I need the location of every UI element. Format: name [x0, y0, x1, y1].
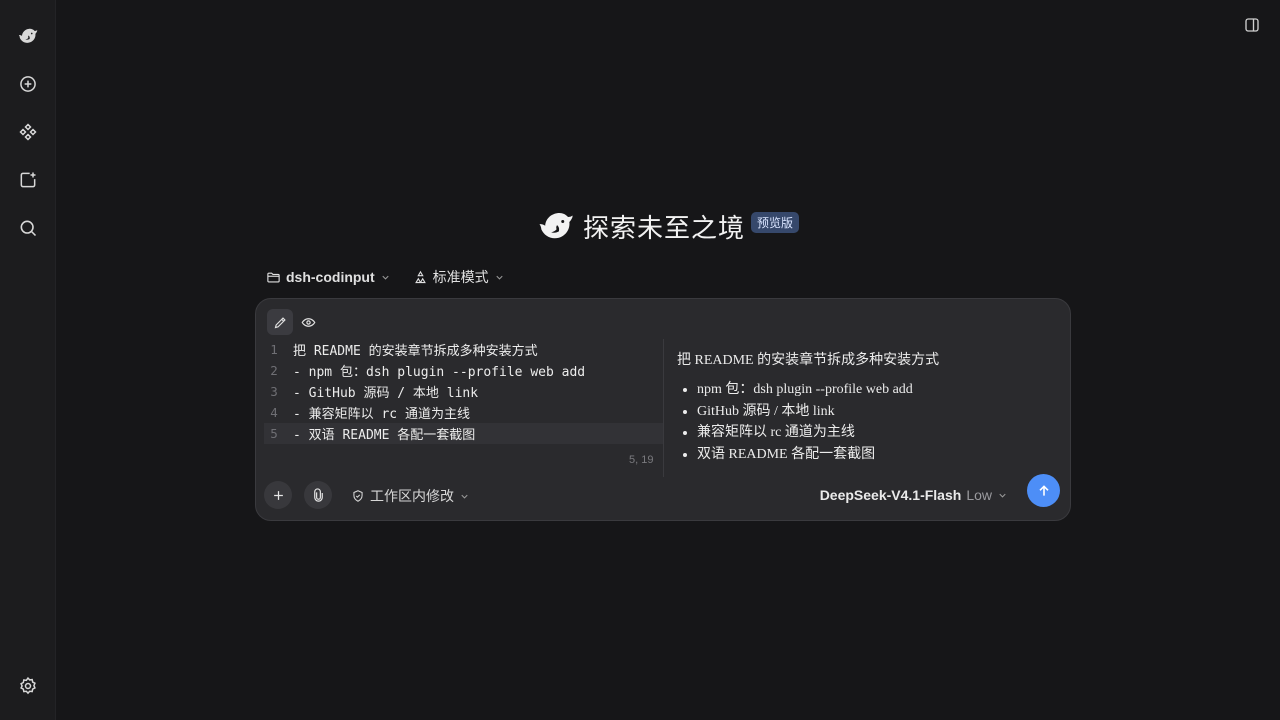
mode-icon [414, 270, 426, 283]
chevron-down-icon [461, 494, 468, 499]
eye-icon [301, 317, 315, 327]
chevron-down-icon [382, 275, 389, 280]
composer: 1 把 README 的安装章节拆成多种安装方式 2 - npm 包：dsh p… [255, 298, 1071, 521]
editor-line: 1 把 README 的安装章节拆成多种安装方式 [264, 339, 664, 360]
workspace-mode-label: 工作区内修改 [370, 489, 454, 505]
preview-list-item: npm 包：dsh plugin --profile web add [697, 379, 1057, 401]
editor-divider [663, 339, 664, 477]
line-text: - GitHub 源码 / 本地 link [293, 386, 479, 401]
model-effort: Low [966, 487, 992, 503]
preview-list-item: 双语 README 各配一套截图 [697, 444, 1057, 466]
preview-mode-tab[interactable] [295, 309, 321, 335]
line-text: 把 README 的安装章节拆成多种安装方式 [293, 344, 538, 359]
model-selector[interactable]: DeepSeek-V4.1-Flash Low [820, 487, 1008, 503]
markdown-editor[interactable]: 1 把 README 的安装章节拆成多种安装方式 2 - npm 包：dsh p… [264, 339, 664, 477]
line-text: - 双语 README 各配一套截图 [293, 428, 476, 443]
hero: 探索未至之境 预览版 [0, 204, 1280, 248]
editor-line: 3 - GitHub 源码 / 本地 link [264, 381, 664, 402]
arrow-up-icon [1038, 484, 1049, 496]
composer-toolbar: 工作区内修改 DeepSeek-V4.1-Flash Low [264, 474, 1060, 511]
mode-selector[interactable]: 标准模式 [413, 267, 505, 287]
plus-icon [273, 490, 283, 500]
chevron-down-icon [496, 275, 503, 280]
new-chat-icon[interactable] [14, 70, 42, 98]
preview-list-item: 兼容矩阵以 rc 通道为主线 [697, 422, 1057, 444]
line-text: - npm 包：dsh plugin --profile web add [293, 365, 586, 380]
project-name: dsh-codinput [286, 269, 375, 285]
hero-title: 探索未至之境 [582, 213, 745, 244]
edit-mode-tab[interactable] [267, 309, 293, 335]
new-project-icon[interactable] [14, 166, 42, 194]
selectors: dsh-codinput 标准模式 [266, 266, 505, 288]
line-text: - 兼容矩阵以 rc 通道为主线 [293, 407, 470, 422]
whale-logo-icon [539, 212, 573, 239]
line-number: 2 [270, 363, 278, 378]
line-number: 1 [270, 342, 278, 357]
preview-badge: 预览版 [751, 211, 800, 233]
whale-logo-icon[interactable] [14, 22, 42, 50]
sidebar-toggle-icon[interactable] [1240, 13, 1264, 37]
plugin-icon[interactable] [14, 118, 42, 146]
settings-icon[interactable] [14, 672, 42, 700]
line-number: 3 [270, 384, 278, 399]
project-selector[interactable]: dsh-codinput [266, 269, 391, 285]
mode-label: 标准模式 [432, 270, 489, 286]
folder-icon [267, 272, 280, 282]
editor-line: 2 - npm 包：dsh plugin --profile web add [264, 360, 664, 381]
paperclip-icon [313, 487, 323, 502]
line-number: 4 [270, 405, 278, 420]
preview-list: npm 包：dsh plugin --profile web add GitHu… [677, 379, 1057, 465]
sidebar [0, 0, 56, 720]
preview-paragraph: 把 README 的安装章节拆成多种安装方式 [677, 353, 940, 368]
pencil-icon [274, 316, 286, 328]
model-name: DeepSeek-V4.1-Flash [819, 487, 962, 503]
workspace-mode-selector[interactable]: 工作区内修改 [351, 486, 470, 506]
markdown-preview: 把 README 的安装章节拆成多种安装方式 npm 包：dsh plugin … [677, 349, 1057, 465]
preview-list-item: GitHub 源码 / 本地 link [697, 401, 1057, 423]
chevron-down-icon [999, 493, 1006, 498]
add-button[interactable] [264, 481, 292, 509]
attach-button[interactable] [304, 481, 332, 509]
editor-line: 4 - 兼容矩阵以 rc 通道为主线 [264, 402, 664, 423]
editor-mode-tabs [267, 309, 321, 335]
shield-edit-icon [353, 490, 363, 502]
line-number: 5 [270, 426, 278, 441]
send-button[interactable] [1027, 474, 1060, 507]
cursor-position: 5, 19 [629, 454, 654, 466]
editor-line-current: 5 - 双语 README 各配一套截图 [264, 423, 664, 444]
